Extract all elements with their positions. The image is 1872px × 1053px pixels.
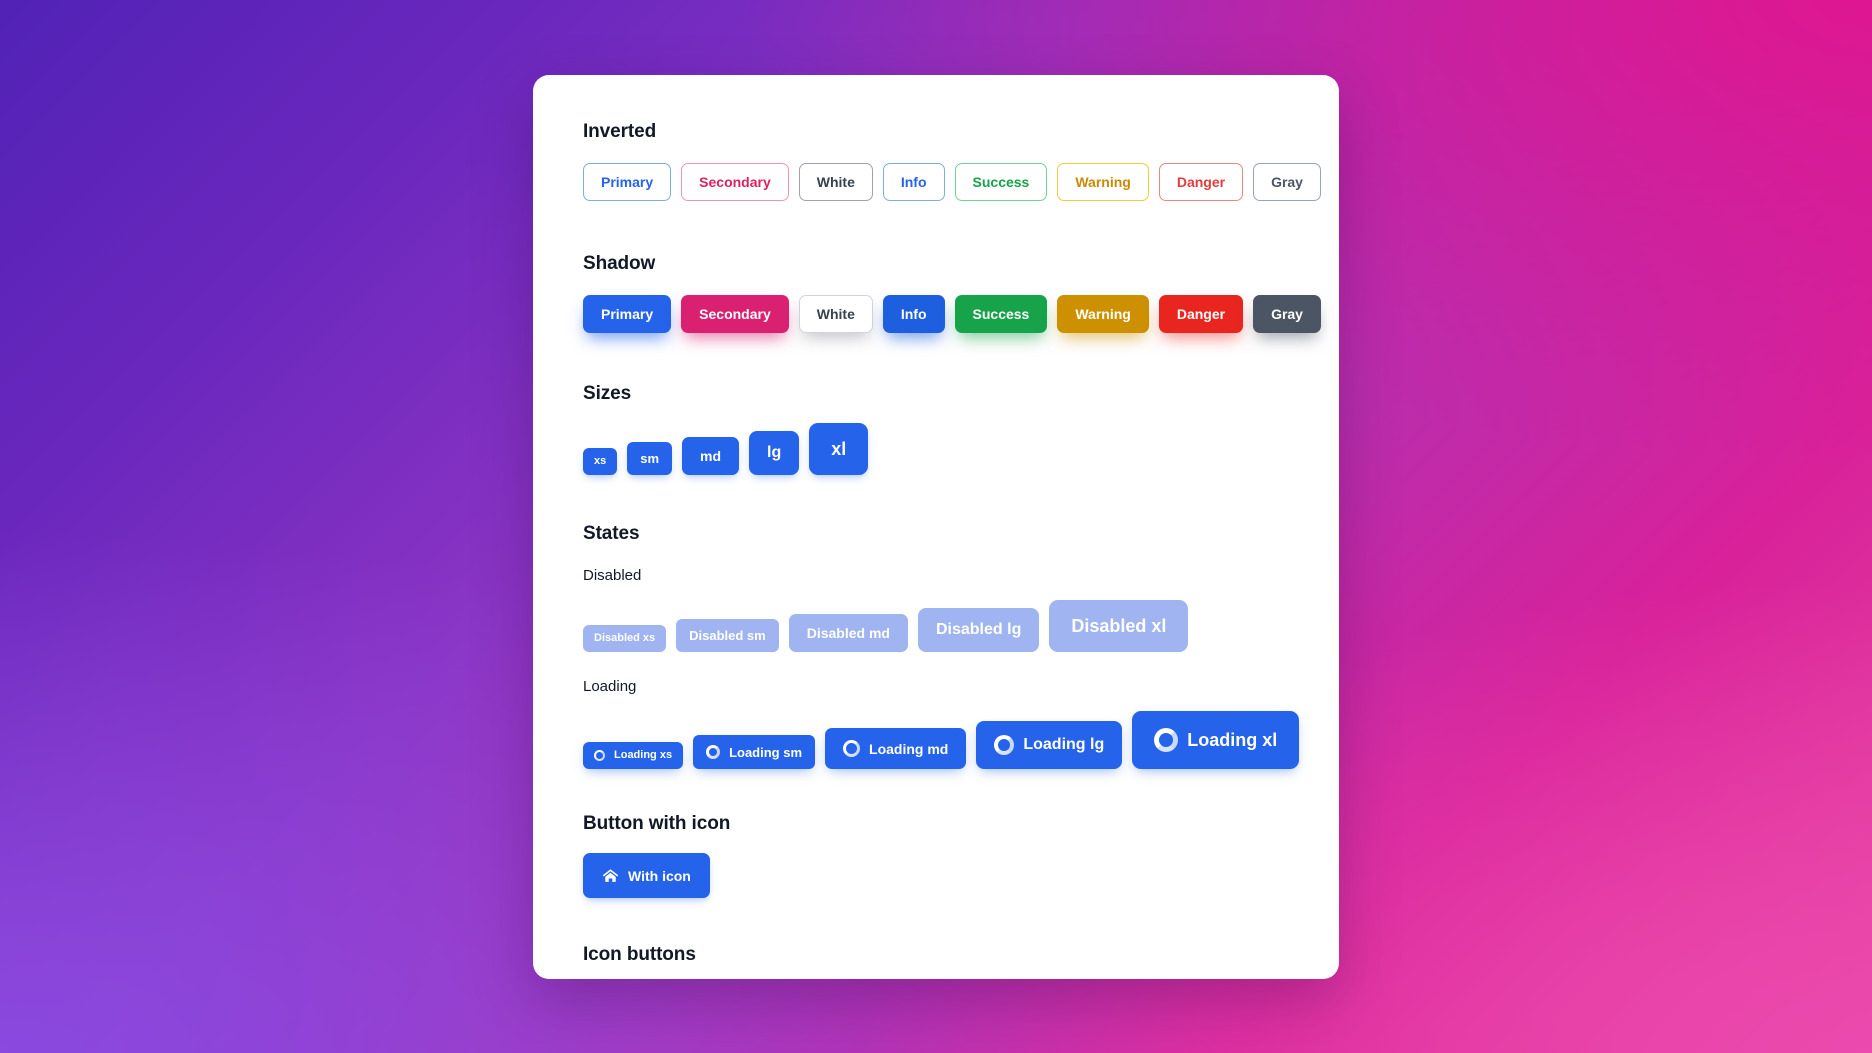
disabled-button-xs: Disabled xs: [583, 625, 667, 652]
section-title-sizes: Sizes: [583, 383, 632, 404]
section-title-icon-buttons: Icon buttons: [583, 944, 696, 965]
inverted-button-gray[interactable]: Gray: [1253, 163, 1321, 201]
loading-button-row: Loading xs Loading sm Loading md Loading…: [583, 711, 1339, 769]
loading-button-xs-label: Loading xs: [614, 749, 673, 761]
loading-button-md-label: Loading md: [869, 740, 949, 757]
loading-button-md[interactable]: Loading md: [825, 728, 967, 769]
spinner-icon: [706, 745, 721, 759]
with-icon-button-row: With icon: [583, 853, 1339, 898]
states-disabled-label: Disabled: [583, 567, 642, 584]
loading-button-sm-label: Loading sm: [729, 744, 803, 760]
loading-button-sm[interactable]: Loading sm: [693, 735, 816, 769]
section-icon-buttons: Icon buttons: [533, 944, 1339, 966]
section-title-shadow: Shadow: [583, 253, 656, 274]
shadow-button-primary[interactable]: Primary: [583, 295, 672, 333]
shadow-button-gray[interactable]: Gray: [1253, 295, 1321, 333]
disabled-button-xl: Disabled xl: [1049, 600, 1189, 652]
disabled-button-row: Disabled xs Disabled sm Disabled md Disa…: [583, 600, 1339, 652]
size-button-xl[interactable]: xl: [809, 423, 869, 475]
section-sizes: Sizes xs sm md lg xl: [533, 383, 1339, 475]
size-button-md[interactable]: md: [682, 437, 740, 475]
shadow-button-danger[interactable]: Danger: [1158, 295, 1244, 333]
section-states: States Disabled Disabled xs Disabled sm …: [533, 523, 1339, 769]
inverted-button-row: Primary Secondary White Info Success War…: [583, 163, 1339, 201]
inverted-button-success[interactable]: Success: [954, 163, 1048, 201]
showcase-card: Inverted Primary Secondary White Info Su…: [533, 75, 1339, 979]
home-icon: [602, 867, 619, 884]
shadow-button-row: Primary Secondary White Info Success War…: [583, 295, 1339, 333]
inverted-button-warning[interactable]: Warning: [1057, 163, 1149, 201]
loading-button-xl-label: Loading xl: [1187, 730, 1278, 750]
with-icon-button-label: With icon: [628, 867, 691, 884]
loading-button-lg[interactable]: Loading lg: [976, 721, 1123, 769]
loading-button-xl[interactable]: Loading xl: [1132, 711, 1300, 769]
section-inverted: Inverted Primary Secondary White Info Su…: [533, 121, 1339, 201]
spinner-icon: [594, 750, 605, 761]
disabled-button-lg: Disabled lg: [917, 608, 1040, 652]
section-shadow: Shadow Primary Secondary White Info Succ…: [533, 253, 1339, 333]
loading-button-lg-label: Loading lg: [1023, 736, 1105, 753]
spinner-icon: [1154, 728, 1179, 752]
sizes-button-row: xs sm md lg xl: [583, 423, 1339, 475]
shadow-button-white[interactable]: White: [798, 295, 873, 333]
spinner-icon: [843, 740, 861, 757]
shadow-button-success[interactable]: Success: [954, 295, 1048, 333]
section-button-with-icon: Button with icon With icon: [533, 813, 1339, 898]
with-icon-button[interactable]: With icon: [583, 853, 710, 898]
inverted-button-danger[interactable]: Danger: [1158, 163, 1244, 201]
section-title-states: States: [583, 523, 640, 544]
disabled-button-sm: Disabled sm: [676, 619, 779, 652]
spinner-icon: [994, 735, 1015, 755]
inverted-button-secondary[interactable]: Secondary: [681, 163, 789, 201]
section-title-inverted: Inverted: [583, 121, 657, 142]
inverted-button-info[interactable]: Info: [882, 163, 945, 201]
inverted-button-white[interactable]: White: [798, 163, 873, 201]
loading-button-xs[interactable]: Loading xs: [583, 742, 684, 769]
size-button-sm[interactable]: sm: [627, 442, 673, 475]
shadow-button-warning[interactable]: Warning: [1057, 295, 1149, 333]
section-title-button-with-icon: Button with icon: [583, 813, 731, 834]
shadow-button-secondary[interactable]: Secondary: [681, 295, 789, 333]
inverted-button-primary[interactable]: Primary: [583, 163, 672, 201]
disabled-button-md: Disabled md: [788, 614, 908, 652]
size-button-lg[interactable]: lg: [749, 431, 800, 475]
states-loading-label: Loading: [583, 678, 637, 695]
size-button-xs[interactable]: xs: [583, 448, 618, 475]
shadow-button-info[interactable]: Info: [882, 295, 945, 333]
